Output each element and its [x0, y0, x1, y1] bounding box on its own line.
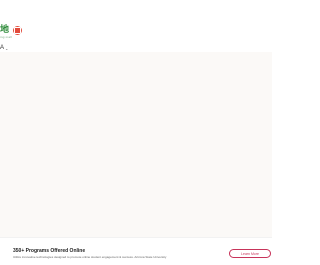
- site-logo[interactable]: 地 ing mall: [0, 26, 22, 42]
- page: 地 ing mall A ⌄ 350+ Programs Offered Onl…: [0, 0, 272, 265]
- logo-text-group: 地 ing mall: [0, 26, 12, 39]
- learn-more-button[interactable]: Learn More: [229, 249, 271, 258]
- promo-title: 350+ Programs Offered Online: [13, 248, 86, 254]
- main-content-area: [0, 52, 272, 237]
- logo-seal-icon: [12, 26, 22, 35]
- promo-description: Utilize innovative technologies designed…: [13, 255, 167, 259]
- promo-banner: 350+ Programs Offered Online Utilize inn…: [0, 237, 272, 265]
- logo-subtext: ing mall: [0, 35, 12, 39]
- chevron-down-icon: ⌄: [5, 45, 9, 51]
- logo-text: 地: [0, 25, 10, 35]
- logo-seal-mark: [13, 27, 21, 34]
- header: 地 ing mall A ⌄: [0, 0, 272, 51]
- language-selector[interactable]: A ⌄: [0, 45, 8, 51]
- language-label: A: [0, 45, 5, 51]
